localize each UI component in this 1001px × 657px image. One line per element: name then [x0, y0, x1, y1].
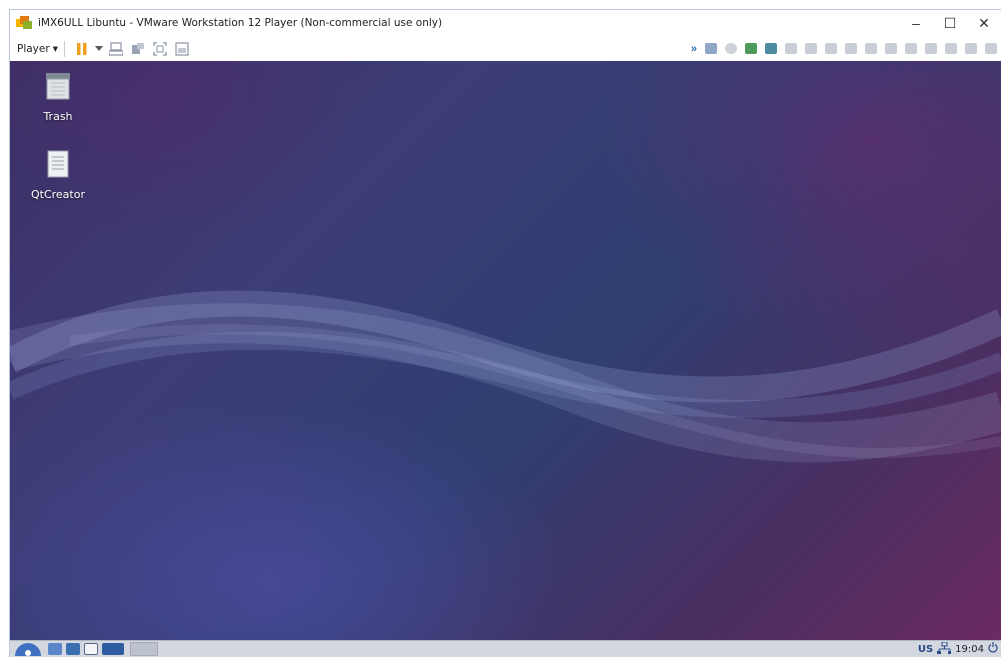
- camera-icon[interactable]: [885, 43, 897, 54]
- network-icon[interactable]: [937, 641, 952, 657]
- minimize-button[interactable]: –: [899, 10, 933, 36]
- desktop-icon-trash[interactable]: Trash: [23, 71, 93, 123]
- cd-dvd-icon[interactable]: [725, 43, 737, 54]
- double-chevron-right-icon[interactable]: »: [691, 43, 697, 55]
- unity-mode-icon[interactable]: [175, 41, 189, 56]
- maximize-button[interactable]: ☐: [933, 10, 967, 36]
- show-desktop-icon[interactable]: [102, 643, 124, 655]
- terminal-icon[interactable]: [66, 643, 80, 655]
- wallpaper-waves: [10, 290, 1001, 463]
- title-bar[interactable]: iMX6ULL Libuntu - VMware Workstation 12 …: [10, 10, 1001, 36]
- keyboard-layout-indicator[interactable]: US: [918, 644, 933, 655]
- player-menu-label: Player: [17, 42, 50, 55]
- device-status-icons: »: [691, 36, 1001, 61]
- vmware-window: iMX6ULL Libuntu - VMware Workstation 12 …: [9, 9, 1001, 657]
- guest-desktop[interactable]: Trash QtCreator: [10, 61, 1001, 641]
- power-icon[interactable]: [988, 642, 998, 656]
- display-icon[interactable]: [905, 43, 917, 54]
- vmware-logo-icon: [16, 16, 32, 30]
- trash-icon: [43, 71, 73, 106]
- file-manager-icon[interactable]: [48, 643, 62, 655]
- desktop-icon-qtcreator[interactable]: QtCreator: [23, 149, 93, 201]
- lxde-taskbar: US 19:04: [10, 640, 1001, 657]
- usb-device-3-icon[interactable]: [925, 43, 937, 54]
- sound-card-icon[interactable]: [845, 43, 857, 54]
- send-ctrl-alt-del-icon[interactable]: [108, 41, 123, 56]
- player-menu-button[interactable]: Player ▾: [17, 43, 58, 55]
- removable-devices-icon[interactable]: [131, 42, 145, 56]
- window-controls: – ☐ ✕: [899, 10, 1001, 36]
- network-adapter-icon[interactable]: [745, 43, 757, 54]
- desktop-icon-label: Trash: [43, 110, 73, 123]
- start-menu-button[interactable]: [10, 641, 46, 657]
- usb-device-icon[interactable]: [805, 43, 817, 54]
- close-button[interactable]: ✕: [967, 10, 1001, 36]
- pause-icon[interactable]: [75, 42, 89, 56]
- network-adapter-2-icon[interactable]: [765, 43, 777, 54]
- desktop-icon-label: QtCreator: [30, 188, 85, 201]
- toolbar-separator: [63, 40, 65, 57]
- clock[interactable]: 19:04: [955, 644, 984, 655]
- message-icon[interactable]: [985, 43, 997, 54]
- window-title: iMX6ULL Libuntu - VMware Workstation 12 …: [38, 17, 443, 29]
- vmware-toolbar: Player ▾ »: [10, 36, 1001, 62]
- taskbar-window-button[interactable]: [130, 642, 158, 656]
- window-switcher-icon[interactable]: [84, 643, 98, 655]
- document-icon: [43, 149, 73, 184]
- fullscreen-icon[interactable]: [153, 41, 167, 56]
- power-options-chevron-icon[interactable]: [94, 42, 103, 56]
- printer-icon[interactable]: [865, 43, 877, 54]
- hard-disk-icon[interactable]: [705, 43, 717, 54]
- usb-controller-icon[interactable]: [785, 43, 797, 54]
- usb-device-2-icon[interactable]: [825, 43, 837, 54]
- chevron-down-icon: ▾: [52, 42, 58, 55]
- system-tray: US 19:04: [918, 641, 1001, 657]
- camera-2-icon[interactable]: [965, 43, 977, 54]
- usb-device-4-icon[interactable]: [945, 43, 957, 54]
